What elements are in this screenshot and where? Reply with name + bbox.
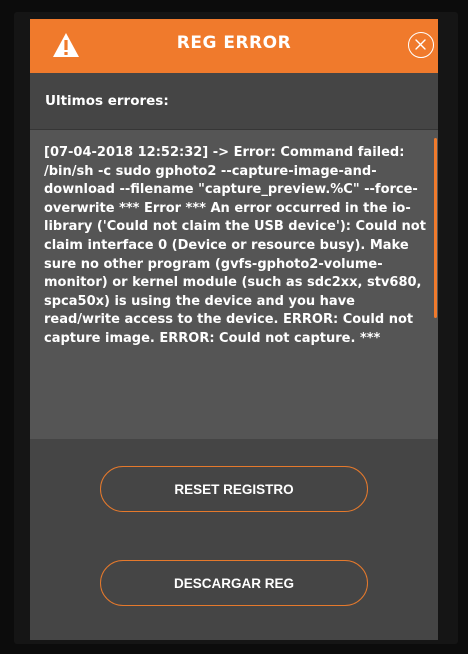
download-log-button[interactable]: DESCARGAR REG: [100, 560, 368, 606]
dialog-titlebar: REG ERROR: [30, 19, 438, 73]
section-label: Ultimos errores:: [45, 93, 169, 109]
error-log-text: [07-04-2018 12:52:32] -> Error: Command …: [44, 145, 426, 346]
reg-error-dialog: REG ERROR Ultimos errores: [07-04-2018 1…: [30, 19, 438, 640]
log-scrollbar[interactable]: [434, 138, 437, 318]
close-icon: [415, 39, 426, 50]
error-log-panel[interactable]: [07-04-2018 12:52:32] -> Error: Command …: [30, 130, 438, 439]
close-button[interactable]: [408, 32, 434, 58]
reset-log-button[interactable]: RESET REGISTRO: [100, 466, 368, 512]
dialog-title: REG ERROR: [176, 33, 292, 53]
